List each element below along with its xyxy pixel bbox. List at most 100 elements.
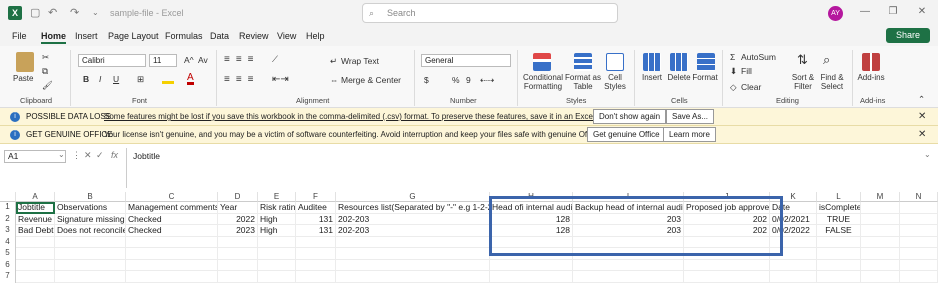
column-header-m[interactable]: M <box>861 192 900 202</box>
cell-j7[interactable] <box>684 271 770 283</box>
copy-icon[interactable]: ⧉ <box>42 66 48 77</box>
cell-b2[interactable]: Signature missing <box>55 213 126 225</box>
cell-e7[interactable] <box>258 271 296 283</box>
cell-l7[interactable] <box>817 271 861 283</box>
cell-h6[interactable] <box>490 259 573 271</box>
learn-more-button[interactable]: Learn more <box>663 127 716 142</box>
row-header-6[interactable]: 6 <box>0 259 16 271</box>
cancel-icon[interactable]: ✕ <box>84 150 92 161</box>
cell-m3[interactable] <box>861 225 900 237</box>
cell-a2[interactable]: Revenue <box>16 213 55 225</box>
cell-n5[interactable] <box>900 248 938 260</box>
cell-c7[interactable] <box>126 271 218 283</box>
column-header-n[interactable]: N <box>900 192 938 202</box>
close-icon[interactable]: ✕ <box>918 111 926 122</box>
cut-icon[interactable]: ✂ <box>42 52 49 63</box>
number-format-select[interactable]: General <box>421 54 511 67</box>
clear-button[interactable]: Clear <box>741 82 761 92</box>
cell-styles-icon[interactable] <box>606 53 624 71</box>
cell-n4[interactable] <box>900 236 938 248</box>
format-as-table-button[interactable]: Format as Table <box>564 73 602 91</box>
font-name-select[interactable]: Calibri <box>78 54 146 67</box>
cell-l1[interactable]: isComplete <box>817 202 861 214</box>
cell-b1[interactable]: Observations <box>55 202 126 214</box>
clear-icon[interactable]: ◇ <box>730 82 737 93</box>
insert-cells-icon[interactable] <box>643 53 661 71</box>
row-header-7[interactable]: 7 <box>0 271 16 283</box>
wrap-text-button[interactable]: Wrap Text <box>341 56 379 66</box>
collapse-ribbon-icon[interactable]: ⌃ <box>918 94 925 105</box>
restore-icon[interactable]: ❐ <box>885 4 901 20</box>
enter-icon[interactable]: ✓ <box>96 150 104 161</box>
row-header-2[interactable]: 2 <box>0 213 16 225</box>
cell-c5[interactable] <box>126 248 218 260</box>
dont-show-again-button[interactable]: Don't show again <box>593 109 667 124</box>
cell-c3[interactable]: Checked <box>126 225 218 237</box>
delete-cells-icon[interactable] <box>670 53 688 71</box>
redo-icon[interactable]: ↷ <box>70 5 79 21</box>
column-header-a[interactable]: A <box>16 192 55 202</box>
borders-icon[interactable]: ⊞ <box>137 74 144 85</box>
close-icon[interactable]: ✕ <box>914 4 930 20</box>
cell-a4[interactable] <box>16 236 55 248</box>
sort-filter-icon[interactable]: ⇅ <box>797 52 808 68</box>
add-ins-button[interactable]: Add-ins <box>856 73 886 82</box>
row-header-4[interactable]: 4 <box>0 236 16 248</box>
tab-file[interactable]: File <box>12 31 27 41</box>
save-as-button[interactable]: Save As... <box>666 109 715 124</box>
fill-icon[interactable]: ⬇ <box>730 66 737 77</box>
conditional-formatting-icon[interactable] <box>533 53 551 71</box>
undo-icon[interactable]: ↶ <box>48 5 57 21</box>
name-box-dropdown-icon[interactable]: ⌄ <box>58 150 65 159</box>
vertical-align-icons[interactable]: ≡≡≡ <box>224 54 260 65</box>
underline-button[interactable]: U <box>113 74 119 84</box>
insert-cells-button[interactable]: Insert <box>638 73 666 82</box>
conditional-formatting-button[interactable]: Conditional Formatting <box>521 73 565 91</box>
column-header-b[interactable]: B <box>55 192 126 202</box>
cell-m6[interactable] <box>861 259 900 271</box>
cell-l6[interactable] <box>817 259 861 271</box>
find-icon[interactable]: ⌕ <box>823 52 830 68</box>
cell-g2[interactable]: 202-203 <box>336 213 490 225</box>
cell-m2[interactable] <box>861 213 900 225</box>
cell-n3[interactable] <box>900 225 938 237</box>
add-ins-icon[interactable] <box>862 53 880 71</box>
cell-a7[interactable] <box>16 271 55 283</box>
autosum-button[interactable]: AutoSum <box>741 52 776 62</box>
font-color-icon[interactable]: A <box>187 73 194 85</box>
cell-g6[interactable] <box>336 259 490 271</box>
select-all-corner[interactable] <box>0 192 16 202</box>
decimal-icons[interactable]: ⇠⇢ <box>480 75 494 86</box>
cell-f1[interactable]: Auditee <box>296 202 336 214</box>
orientation-icon[interactable]: ⟋ <box>272 54 278 65</box>
cell-c4[interactable] <box>126 236 218 248</box>
cell-a3[interactable]: Bad Debt <box>16 225 55 237</box>
tab-view[interactable]: View <box>277 31 296 41</box>
cell-f5[interactable] <box>296 248 336 260</box>
cell-m5[interactable] <box>861 248 900 260</box>
column-header-l[interactable]: L <box>817 192 861 202</box>
find-select-button[interactable]: Find & Select <box>818 73 846 91</box>
cell-f6[interactable] <box>296 259 336 271</box>
row-header-1[interactable]: 1 <box>0 202 16 214</box>
autosum-icon[interactable]: Σ <box>730 52 735 62</box>
tab-home[interactable]: Home <box>41 31 67 44</box>
format-cells-button[interactable]: Format <box>690 73 720 82</box>
qat-more-icon[interactable]: ⌄ <box>92 5 99 21</box>
tab-page-layout[interactable]: Page Layout <box>108 31 159 41</box>
row-header-5[interactable]: 5 <box>0 248 16 260</box>
cell-n1[interactable] <box>900 202 938 214</box>
cell-d1[interactable]: Year <box>218 202 258 214</box>
cell-g1[interactable]: Resources list(Separated by "-" e.g 1-2-… <box>336 202 490 214</box>
cell-k7[interactable] <box>770 271 817 283</box>
column-header-c[interactable]: C <box>126 192 218 202</box>
cell-l4[interactable] <box>817 236 861 248</box>
name-box[interactable]: A1 <box>4 150 66 163</box>
cell-d7[interactable] <box>218 271 258 283</box>
get-genuine-office-button[interactable]: Get genuine Office <box>587 127 666 142</box>
cell-f7[interactable] <box>296 271 336 283</box>
cell-e5[interactable] <box>258 248 296 260</box>
merge-center-icon[interactable]: ⇔ <box>330 75 339 85</box>
cell-b5[interactable] <box>55 248 126 260</box>
cell-d5[interactable] <box>218 248 258 260</box>
